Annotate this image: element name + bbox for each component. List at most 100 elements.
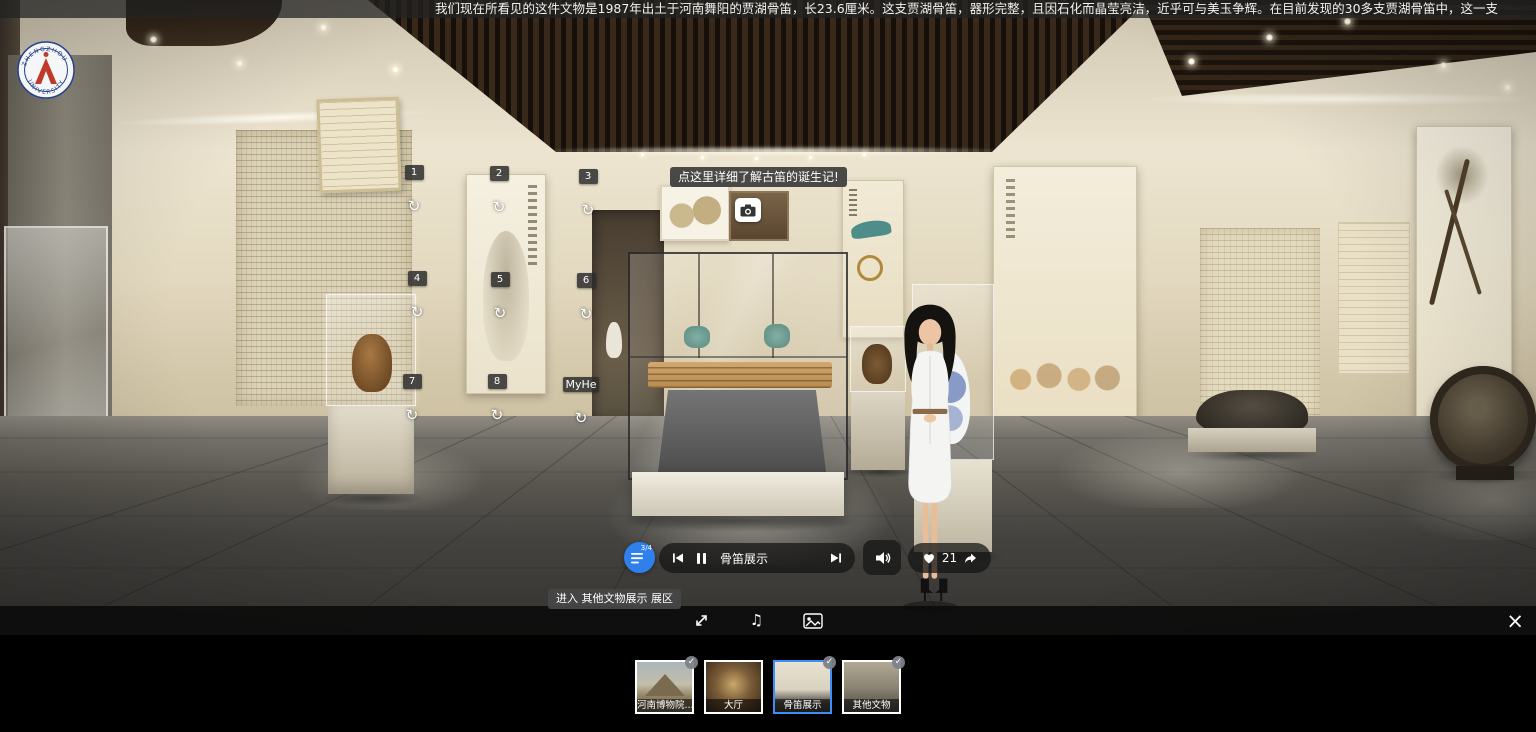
hotspot-3[interactable]: 3 ↻ [571, 169, 605, 218]
ceiling-spotlight [1344, 18, 1351, 25]
narration-text: 我们现在所看见的这件文物是1987年出土于河南舞阳的贾湖骨笛，长23.6厘米。这… [0, 0, 1498, 18]
rotate-icon[interactable]: ↻ [491, 408, 504, 423]
hotspot-number: 8 [488, 374, 507, 389]
scroll-figures-painting [1002, 335, 1126, 409]
cove-light-right [1140, 92, 1536, 106]
audio-player-bar: 骨笛展示 [659, 543, 855, 573]
next-track-button[interactable] [829, 551, 843, 565]
previous-track-icon [671, 551, 685, 565]
hotspot-myhe[interactable]: MyHe ↻ [559, 377, 603, 426]
case-sloped-panel [658, 390, 826, 472]
hotspot-number: 3 [579, 169, 598, 184]
volume-button[interactable] [863, 540, 901, 575]
playlist-position: 3/4 [641, 545, 652, 552]
mural-calligraphy [849, 189, 857, 219]
hotspot-4[interactable]: 4 ↻ [400, 271, 434, 320]
scene-gallery-button[interactable] [803, 613, 823, 629]
scroll-title-calligraphy [1006, 179, 1015, 241]
hotspot-number: 2 [490, 166, 509, 181]
thumbnail-label: 骨笛展示 [775, 699, 830, 712]
flute-story-tooltip: 点这里详细了解古笛的诞生记! [670, 167, 847, 187]
camera-button[interactable] [735, 198, 761, 222]
scroll-calligraphy [528, 185, 537, 269]
hotspot-label: MyHe [563, 377, 598, 392]
niche-vase [606, 322, 622, 358]
ceiling-rim-light [545, 146, 1005, 156]
thumbnail-henan-museum[interactable]: 河南博物院... ✓ [635, 660, 694, 714]
rotate-icon[interactable]: ↻ [406, 408, 419, 423]
check-badge: ✓ [685, 656, 698, 669]
image-icon [803, 613, 823, 629]
hotspot-7[interactable]: 7 ↻ [395, 374, 429, 423]
bronze-artifact [352, 334, 392, 392]
rotate-icon[interactable]: ↻ [494, 306, 507, 321]
like-button[interactable] [922, 551, 936, 565]
hotspot-number: 6 [577, 273, 596, 288]
ceiling-spotlight [1188, 58, 1195, 65]
fullscreen-button[interactable] [693, 612, 710, 629]
hotspot-number: 5 [491, 272, 510, 287]
rotate-icon[interactable]: ↻ [493, 200, 506, 215]
hotspot-number: 1 [405, 165, 424, 180]
track-spotlight [862, 152, 867, 157]
museum-building-shape [645, 674, 685, 696]
check-badge: ✓ [892, 656, 905, 669]
hotspot-1[interactable]: 1 ↻ [397, 165, 431, 214]
rotate-icon[interactable]: ↻ [408, 199, 421, 214]
right-small-panel [1338, 222, 1410, 374]
hotspot-5[interactable]: 5 ↻ [483, 272, 517, 321]
thumbnail-flute-exhibit[interactable]: 骨笛展示 ✓ [773, 660, 832, 714]
left-foreground-case-glass [4, 226, 108, 418]
ceiling-spotlight [236, 60, 243, 67]
enter-zone-tooltip: 进入 其他文物展示 展区 [548, 589, 681, 609]
case-shelf-line [630, 356, 846, 358]
check-badge: ✓ [823, 656, 836, 669]
track-spotlight [754, 156, 759, 161]
right-text-panel [1200, 228, 1320, 416]
hotspot-number: 7 [403, 374, 422, 389]
viewer-toolbar: ♫ × [0, 606, 1536, 635]
thumbnail-label: 其他文物 [844, 699, 899, 712]
zhengzhou-university-logo: ZHENGZHOU UNIVERSITY [16, 40, 76, 100]
ceiling-spotlight [1440, 62, 1447, 69]
case-relic [684, 326, 710, 348]
like-count: 21 [942, 551, 957, 565]
ceiling-spotlight [150, 36, 157, 43]
rotate-icon[interactable]: ↻ [580, 307, 593, 322]
ceiling-spotlight [320, 24, 327, 31]
round-woven-sculpture [1430, 366, 1536, 472]
toolbar-icon-group: ♫ [693, 606, 823, 635]
background-music-button[interactable]: ♫ [750, 613, 763, 628]
close-button[interactable]: × [1506, 606, 1524, 635]
ceiling-spotlight [1266, 34, 1273, 41]
track-spotlight [700, 155, 705, 160]
scene-thumbnail-strip: 河南博物院... ✓ 大厅 ✓ 骨笛展示 ✓ 其他文物 ✓ [0, 635, 1536, 732]
track-spotlight [640, 152, 645, 157]
narration-ticker: 我们现在所看见的这件文物是1987年出土于河南舞阳的贾湖骨笛，长23.6厘米。这… [0, 0, 1536, 18]
hotspot-2[interactable]: 2 ↻ [482, 166, 516, 215]
playlist-icon [631, 553, 645, 565]
case-relic-2 [764, 324, 790, 348]
framed-document [316, 97, 401, 194]
share-button[interactable] [963, 551, 977, 565]
hotspot-6[interactable]: 6 ↻ [569, 273, 603, 322]
track-title: 骨笛展示 [720, 550, 818, 567]
hotspot-8[interactable]: 8 ↻ [480, 374, 514, 423]
rotate-icon[interactable]: ↻ [411, 305, 424, 320]
rotate-icon[interactable]: ↻ [575, 411, 588, 426]
thumbnail-other-relics[interactable]: 其他文物 ✓ [842, 660, 901, 714]
rotate-icon[interactable]: ↻ [582, 203, 595, 218]
hotspot-number: 4 [408, 271, 427, 286]
thumbnail-label: 大厅 [706, 699, 761, 712]
next-track-icon [829, 551, 843, 565]
heart-icon [922, 551, 936, 565]
thumbnail-hall[interactable]: 大厅 ✓ [704, 660, 763, 714]
pause-button[interactable] [696, 552, 707, 565]
previous-track-button[interactable] [671, 551, 685, 565]
social-bar: 21 [908, 543, 991, 573]
ceiling-spotlight [1504, 84, 1511, 91]
camera-icon [739, 203, 757, 218]
tree-foliage [1435, 145, 1489, 205]
round-sculpture-stand [1456, 466, 1514, 480]
playlist-button[interactable]: 3/4 [624, 542, 655, 573]
